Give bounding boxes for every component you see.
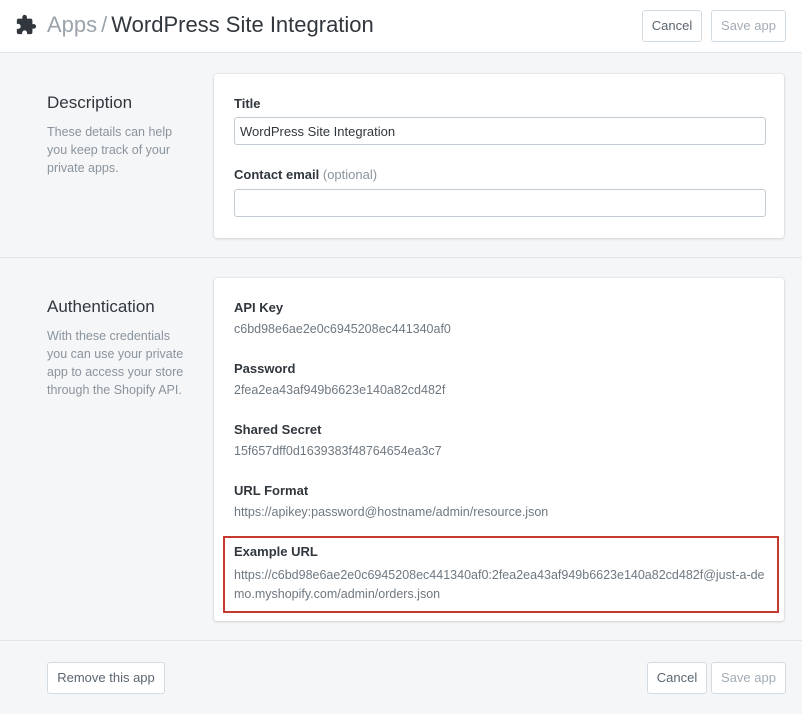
password-value: 2fea2ea43af949b6623e140a82cd482f xyxy=(234,383,446,397)
footer-divider xyxy=(0,640,802,641)
section-help-text: These details can help you keep track of… xyxy=(47,125,173,175)
optional-hint: (optional) xyxy=(322,167,378,182)
example-url-value: https://c6bd98e6ae2e0c6945208ec441340af0… xyxy=(234,568,765,601)
puzzle-icon xyxy=(16,14,37,35)
url-format-label: URL Format xyxy=(234,483,309,498)
title-label: Title xyxy=(234,96,261,111)
shared-secret-value: 15f657dff0d1639383f48764654ea3c7 xyxy=(234,444,442,458)
page-title: WordPress Site Integration xyxy=(111,12,374,37)
breadcrumb: Apps / WordPress Site Integration xyxy=(47,11,374,39)
contact-email-label-text: Contact email xyxy=(234,167,320,182)
contact-email-label: Contact email (optional) xyxy=(234,167,377,182)
cancel-button[interactable]: Cancel xyxy=(642,10,702,42)
url-format-value: https://apikey:password@hostname/admin/r… xyxy=(234,505,549,519)
api-key-label: API Key xyxy=(234,300,284,315)
authentication-section-label: Authentication With these credentials yo… xyxy=(47,296,187,399)
breadcrumb-separator: / xyxy=(101,12,108,37)
api-key-value: c6bd98e6ae2e0c6945208ec441340af0 xyxy=(234,322,451,336)
footer-cancel-button[interactable]: Cancel xyxy=(647,662,707,694)
example-url-label: Example URL xyxy=(234,544,318,559)
page-header: Apps / WordPress Site Integration Cancel S… xyxy=(0,0,802,53)
password-label: Password xyxy=(234,361,296,376)
footer-save-app-button[interactable]: Save app xyxy=(711,662,786,694)
section-help-text: With these credentials you can use your … xyxy=(47,329,184,397)
shared-secret-label: Shared Secret xyxy=(234,422,322,437)
breadcrumb-apps-link[interactable]: Apps xyxy=(47,12,97,37)
section-heading: Description xyxy=(47,93,133,112)
remove-app-button[interactable]: Remove this app xyxy=(47,662,165,694)
section-divider xyxy=(0,257,802,258)
contact-email-input[interactable] xyxy=(234,189,766,217)
save-app-button[interactable]: Save app xyxy=(711,10,786,42)
section-heading: Authentication xyxy=(47,297,155,316)
description-card: Title Contact email (optional) xyxy=(214,74,784,238)
title-input[interactable] xyxy=(234,117,766,145)
description-section-label: Description These details can help you k… xyxy=(47,92,187,177)
